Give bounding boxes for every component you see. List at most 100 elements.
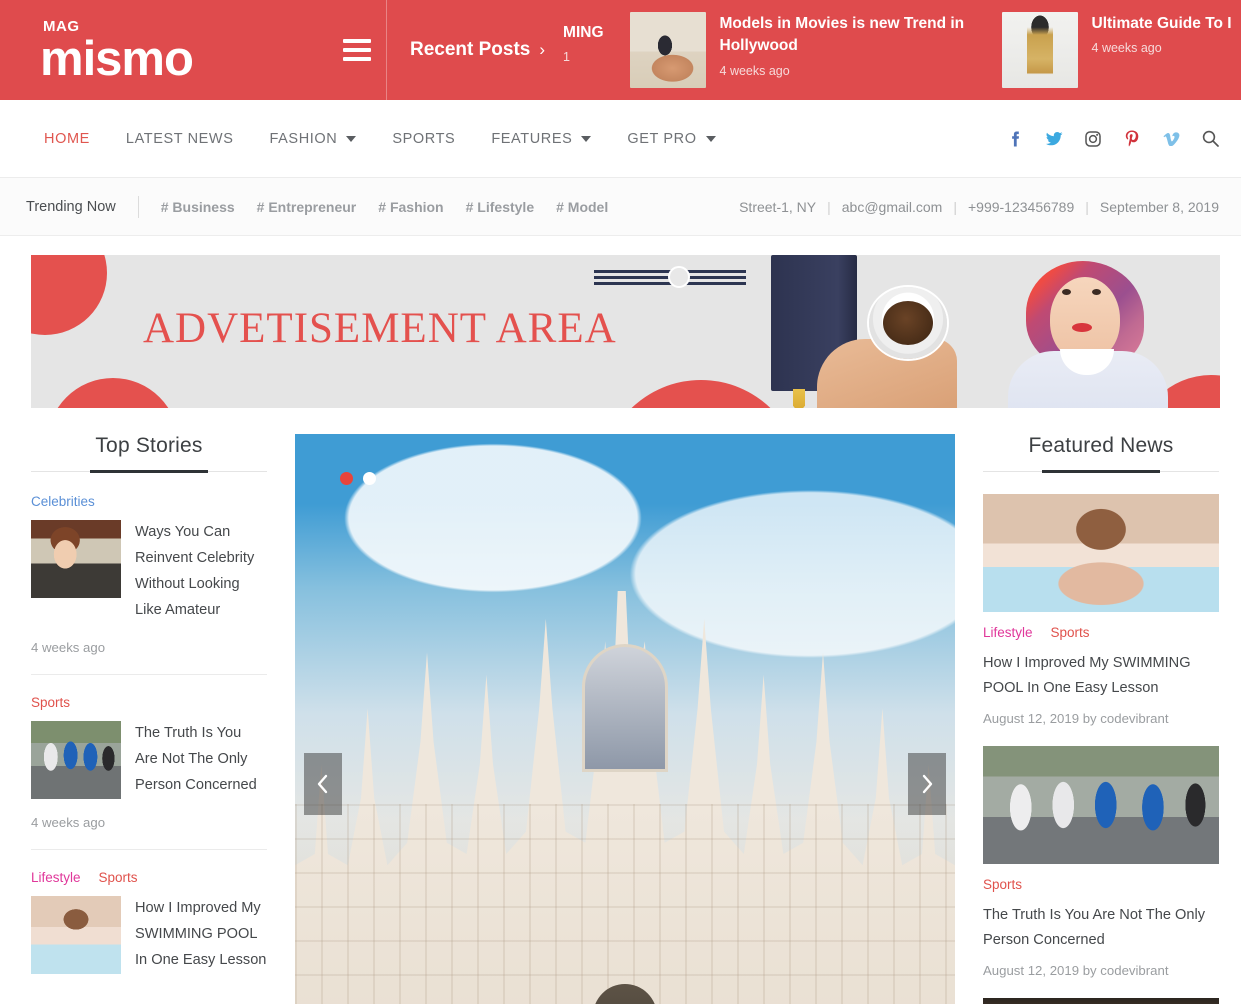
category-list: Sports (31, 695, 267, 710)
story-thumbnail[interactable] (31, 520, 121, 598)
hamburger-icon[interactable] (343, 39, 371, 61)
trending-divider (137, 195, 139, 218)
contact-email[interactable]: abc@gmail.com (842, 199, 943, 215)
nav-item-get-pro[interactable]: GET PRO (609, 131, 733, 147)
story-thumbnail[interactable] (31, 895, 121, 974)
featured-news-column: Featured News Lifestyle Sports How I Imp… (983, 434, 1219, 1004)
top-stories-header: Top Stories (31, 434, 267, 472)
advertisement-text: ADVETISEMENT AREA (143, 305, 617, 352)
list-item[interactable]: Sports The Truth Is You Are Not The Only… (983, 746, 1219, 978)
trending-tag-model[interactable]: # Model (556, 199, 608, 215)
category-link[interactable]: Sports (31, 695, 70, 710)
story-title[interactable]: Ways You Can Reinvent Celebrity Without … (135, 520, 267, 624)
site-header: MAG mismo Recent Posts › MING 1 Models i… (0, 0, 1241, 100)
featured-title[interactable]: How I Improved My SWIMMING POOL In One E… (983, 651, 1219, 701)
trending-tag-business[interactable]: # Business (161, 199, 235, 215)
story-date: 4 weeks ago (31, 814, 106, 830)
ticker-item-thumbnail[interactable] (629, 12, 706, 88)
social-links (1006, 130, 1219, 148)
story-title[interactable]: How I Improved My SWIMMING POOL In One E… (135, 896, 267, 974)
contact-separator: | (827, 198, 831, 215)
story-body: The Truth Is You Are Not The Only Person… (31, 720, 267, 799)
chevron-down-icon (705, 135, 716, 142)
list-item[interactable]: Lifestyle Sports How I Improved My SWIMM… (983, 494, 1219, 726)
list-item[interactable]: Lifestyle Sports How I Improved My SWIMM… (31, 870, 267, 993)
search-icon[interactable] (1201, 130, 1219, 148)
chevron-down-icon (346, 135, 357, 142)
trending-tag-fashion[interactable]: # Fashion (378, 199, 443, 215)
ticker-item-thumbnail[interactable] (1001, 12, 1078, 88)
slider-dot-2[interactable] (363, 472, 376, 485)
story-body: How I Improved My SWIMMING POOL In One E… (31, 895, 267, 974)
nav-links: HOME LATEST NEWS FASHION SPORTS FEATURES… (26, 131, 734, 147)
category-link[interactable]: Lifestyle (983, 625, 1033, 640)
chevron-right-icon (922, 774, 933, 794)
ticker-item-date: 4 weeks ago (719, 63, 790, 78)
chevron-down-icon (581, 135, 592, 142)
slider-dot-1[interactable] (340, 472, 353, 485)
pinterest-icon[interactable] (1123, 130, 1141, 148)
hamburger-bar (343, 39, 371, 43)
hero-slider-column (295, 434, 955, 1004)
featured-image[interactable] (983, 494, 1219, 612)
logo-mag-text: MAG (43, 17, 80, 35)
ad-ruler-graphic (594, 266, 746, 288)
trending-now-label: Trending Now (26, 198, 116, 215)
main-content: Top Stories Celebrities Ways You Can Rei… (0, 408, 1241, 1004)
story-title[interactable]: The Truth Is You Are Not The Only Person… (135, 721, 267, 799)
ticker-item-title[interactable]: Models in Movies is new Trend in Hollywo… (720, 13, 970, 58)
featured-news-title: Featured News (1028, 434, 1174, 457)
list-item[interactable]: Sports The Truth Is You Are Not The Only… (31, 695, 267, 850)
category-list: Lifestyle Sports (31, 870, 267, 885)
main-navigation: HOME LATEST NEWS FASHION SPORTS FEATURES… (0, 100, 1241, 178)
category-link[interactable]: Celebrities (31, 494, 95, 509)
recent-posts-text: Recent Posts (410, 39, 531, 60)
trending-tag-entrepreneur[interactable]: # Entrepreneur (257, 199, 357, 215)
slider-next-button[interactable] (908, 753, 946, 815)
trending-tags: # Business # Entrepreneur # Fashion # Li… (161, 199, 609, 215)
trending-tag-lifestyle[interactable]: # Lifestyle (466, 199, 534, 215)
category-list: Lifestyle Sports (983, 625, 1219, 640)
nav-item-features[interactable]: FEATURES (473, 131, 609, 147)
nav-item-fashion[interactable]: FASHION (252, 131, 375, 147)
category-link[interactable]: Sports (983, 877, 1022, 892)
contact-separator: | (1085, 198, 1089, 215)
ticker-item-date: 4 weeks ago (1091, 41, 1162, 56)
story-thumbnail[interactable] (31, 720, 121, 799)
twitter-icon[interactable] (1045, 130, 1063, 148)
ticker-item[interactable]: Ultimate Guide To I 4 weeks ago (1001, 12, 1232, 88)
ticker-item[interactable]: MING 1 (563, 12, 603, 64)
category-link[interactable]: Lifestyle (31, 870, 81, 885)
instagram-icon[interactable] (1084, 130, 1102, 148)
cathedral-detail (295, 804, 955, 1004)
category-link[interactable]: Sports (99, 870, 138, 885)
ad-coffee-cup-graphic (869, 287, 947, 359)
slide-image (295, 434, 955, 1004)
category-link[interactable]: Sports (1051, 625, 1090, 640)
nav-item-latest-news[interactable]: LATEST NEWS (108, 131, 252, 147)
featured-image[interactable] (983, 998, 1219, 1004)
ticker-item[interactable]: Models in Movies is new Trend in Hollywo… (629, 12, 970, 88)
nav-item-sports[interactable]: SPORTS (374, 131, 473, 147)
nav-item-home[interactable]: HOME (26, 131, 108, 147)
ruler-knob (668, 266, 690, 288)
nav-item-label: LATEST NEWS (125, 130, 234, 147)
ticker-item-title[interactable]: Ultimate Guide To I (1092, 13, 1232, 35)
featured-title[interactable]: The Truth Is You Are Not The Only Person… (983, 903, 1219, 953)
ad-decor-circle (47, 378, 179, 408)
trending-bar: Trending Now # Business # Entrepreneur #… (0, 178, 1241, 236)
featured-image[interactable] (983, 746, 1219, 865)
advertisement-banner[interactable]: ADVETISEMENT AREA (31, 255, 1220, 408)
advertisement-wrapper: ADVETISEMENT AREA (0, 236, 1241, 408)
list-item[interactable]: Celebrities Ways You Can Reinvent Celebr… (31, 494, 267, 675)
vimeo-icon[interactable] (1162, 130, 1180, 148)
header-divider (386, 0, 387, 100)
facebook-icon[interactable] (1006, 130, 1024, 148)
chevron-left-icon (317, 774, 328, 794)
site-logo[interactable]: MAG mismo (40, 17, 194, 84)
slider-prev-button[interactable] (304, 753, 342, 815)
hero-slider[interactable] (295, 434, 955, 1004)
featured-news-header: Featured News (983, 434, 1219, 472)
current-date: September 8, 2019 (1099, 198, 1219, 215)
list-item[interactable] (983, 998, 1219, 1004)
